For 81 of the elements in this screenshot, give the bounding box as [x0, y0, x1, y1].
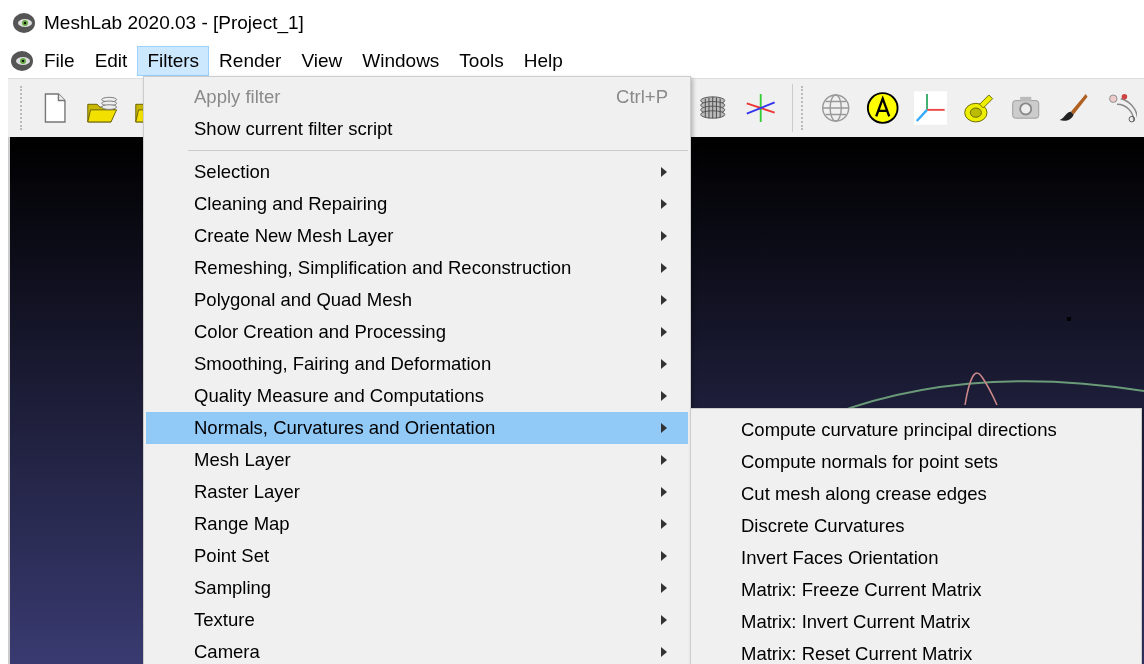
menu-item[interactable]: Matrix: Freeze Current Matrix	[693, 574, 1139, 606]
menu-item-label: Mesh Layer	[194, 450, 292, 470]
menu-item-label: Normals, Curvatures and Orientation	[194, 418, 497, 438]
menu-item[interactable]: Sampling	[146, 572, 688, 604]
menu-item-label: Remeshing, Simplification and Reconstruction	[194, 258, 573, 278]
menu-item-label: Matrix: Freeze Current Matrix	[741, 580, 983, 600]
menu-item[interactable]: Tools	[449, 45, 514, 76]
menu-item[interactable]: Polygonal and Quad Mesh	[146, 284, 688, 316]
shortcut-label: Ctrl+P	[616, 86, 668, 108]
menu-item-label: Range Map	[194, 514, 291, 534]
submenu-arrow-icon	[660, 359, 668, 369]
menu-item[interactable]: Matrix: Reset Current Matrix	[693, 638, 1139, 664]
menu-item-label: Matrix: Reset Current Matrix	[741, 644, 974, 664]
menu-item[interactable]: Invert Faces Orientation	[693, 542, 1139, 574]
submenu-arrow-icon	[660, 167, 668, 177]
menu-item-label: Point Set	[194, 546, 271, 566]
menu-item[interactable]: Help	[513, 45, 573, 76]
menu-item-label: Show current filter script	[194, 119, 394, 139]
menu-item[interactable]: Show current filter script	[146, 113, 688, 145]
submenu-arrow-icon	[660, 199, 668, 209]
menu-item-label: Apply filter	[194, 87, 282, 107]
menu-item[interactable]: Remeshing, Simplification and Reconstruction	[146, 252, 688, 284]
menu-item[interactable]: Normals, Curvatures and Orientation	[146, 412, 688, 444]
menu-item[interactable]: Cleaning and Repairing	[146, 188, 688, 220]
menu-item[interactable]: Raster Layer	[146, 476, 688, 508]
menu-item-label: Cleaning and Repairing	[194, 194, 389, 214]
menu-item[interactable]: Quality Measure and Computations	[146, 380, 688, 412]
menu-item-label: Polygonal and Quad Mesh	[194, 290, 414, 310]
menu-item-label: Camera	[194, 642, 261, 662]
menu-item-label: Create New Mesh Layer	[194, 226, 395, 246]
menu-item-label: Matrix: Invert Current Matrix	[741, 612, 972, 632]
menu-item[interactable]: Smoothing, Fairing and Deformation	[146, 348, 688, 380]
submenu-arrow-icon	[660, 263, 668, 273]
submenu-arrow-icon	[660, 455, 668, 465]
menu-item[interactable]: Discrete Curvatures	[693, 510, 1139, 542]
menu-item[interactable]: Selection	[146, 156, 688, 188]
menu-item[interactable]: File	[34, 45, 85, 76]
submenu-arrow-icon	[660, 551, 668, 561]
menu-item[interactable]: Create New Mesh Layer	[146, 220, 688, 252]
menu-item-label: Compute curvature principal directions	[741, 420, 1058, 440]
submenu-arrow-icon	[660, 615, 668, 625]
menu-item[interactable]: View	[291, 45, 353, 76]
menu-item-label: Selection	[194, 162, 272, 182]
menu-item-label: Color Creation and Processing	[194, 322, 447, 342]
menu-item[interactable]: Texture	[146, 604, 688, 636]
submenu-arrow-icon	[660, 423, 668, 433]
menu-item-label: Quality Measure and Computations	[194, 386, 485, 406]
menu-item-label: Cut mesh along crease edges	[741, 484, 988, 504]
menu-item-label: Invert Faces Orientation	[741, 548, 940, 568]
app-logo-icon[interactable]	[10, 49, 34, 72]
submenu-arrow-icon	[660, 327, 668, 337]
menu-item-label: Texture	[194, 610, 256, 630]
window-title: MeshLab 2020.03 - [Project_1]	[44, 11, 304, 34]
menu-item[interactable]: Camera	[146, 636, 688, 664]
menu-item[interactable]: Color Creation and Processing	[146, 316, 688, 348]
menu-item[interactable]: Range Map	[146, 508, 688, 540]
menu-item[interactable]: Mesh Layer	[146, 444, 688, 476]
submenu-arrow-icon	[660, 231, 668, 241]
submenu-arrow-icon	[660, 295, 668, 305]
menu-item-label: Compute normals for point sets	[741, 452, 1000, 472]
menu-item-label: Raster Layer	[194, 482, 301, 502]
menu-item[interactable]: Filters	[137, 45, 210, 76]
menu-item[interactable]: Matrix: Invert Current Matrix	[693, 606, 1139, 638]
submenu-arrow-icon	[660, 647, 668, 657]
submenu-arrow-icon	[660, 583, 668, 593]
menu-item[interactable]: Windows	[352, 45, 450, 76]
menu-item[interactable]: Render	[209, 45, 292, 76]
submenu-arrow-icon	[660, 487, 668, 497]
menu-item[interactable]: Point Set	[146, 540, 688, 572]
letter-a-icon[interactable]	[866, 90, 900, 126]
submenu-arrow-icon	[660, 519, 668, 529]
app-logo-icon	[12, 11, 36, 34]
menu-item-label: Smoothing, Fairing and Deformation	[194, 354, 493, 374]
menu-item[interactable]: Edit	[84, 45, 138, 76]
menu-item[interactable]: Compute normals for point sets	[693, 446, 1139, 478]
menu-item[interactable]: Compute curvature principal directions	[693, 414, 1139, 446]
menu-item-label: Discrete Curvatures	[741, 516, 906, 536]
menu-item-label: Sampling	[194, 578, 273, 598]
submenu-arrow-icon	[660, 391, 668, 401]
menu-item[interactable]: Cut mesh along crease edges	[693, 478, 1139, 510]
axes-icon[interactable]	[913, 90, 948, 126]
